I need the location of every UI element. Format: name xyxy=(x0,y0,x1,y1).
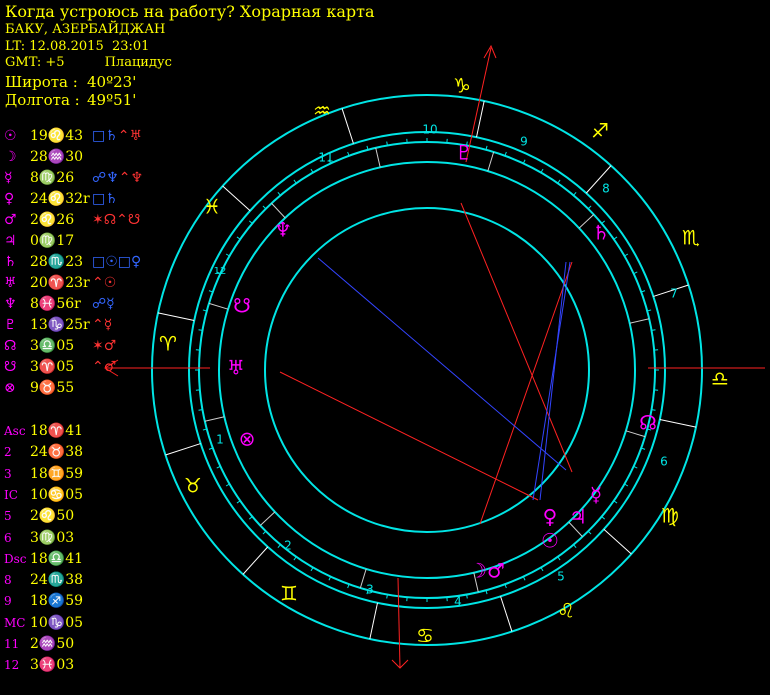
house-cusp-tick xyxy=(208,302,229,310)
aspect-line xyxy=(317,257,567,471)
degree-tick xyxy=(573,544,577,549)
planet-glyph-icon: ♀ xyxy=(543,505,558,529)
house-cusp-tick xyxy=(375,147,381,168)
degree-tick xyxy=(651,329,656,331)
planet-glyph-icon: ♃ xyxy=(569,505,587,529)
aspect-line xyxy=(532,261,571,501)
zodiac-sign-icon: ♉ xyxy=(184,474,202,498)
sign-boundary-line xyxy=(222,185,251,212)
sign-boundary-line xyxy=(369,602,379,640)
degree-tick xyxy=(587,530,592,535)
zodiac-sign-icon: ♍ xyxy=(661,504,679,528)
house-cusp-tick xyxy=(204,416,225,422)
zodiac-sign-icon: ♋ xyxy=(416,624,434,648)
house-cusp-tick xyxy=(629,318,650,324)
aspect-line xyxy=(539,261,567,501)
house-outer-ring xyxy=(198,141,656,599)
house-number: 7 xyxy=(670,287,678,301)
planet-glyph-icon: ♄ xyxy=(592,221,610,245)
degree-tick xyxy=(613,236,618,240)
aspect-line xyxy=(479,261,573,525)
degree-tick xyxy=(587,205,592,210)
degree-tick xyxy=(386,141,388,146)
planet-glyph-icon: ☋ xyxy=(233,294,251,318)
zodiac-sign-icon: ♐ xyxy=(591,119,609,143)
planet-glyph-icon: ☿ xyxy=(590,483,602,507)
house-number: 8 xyxy=(602,182,610,196)
sign-boundary-line xyxy=(603,528,632,555)
zodiac-sign-icon: ♏ xyxy=(682,226,700,250)
zodiac-sign-icon: ♌ xyxy=(557,599,575,623)
zodiac-sign-icon: ♊ xyxy=(280,582,298,606)
house-number: 5 xyxy=(557,570,565,584)
degree-tick xyxy=(236,500,241,504)
degree-tick xyxy=(601,516,606,520)
house-number: 4 xyxy=(454,595,462,609)
aspect-ring xyxy=(264,207,590,533)
degree-tick xyxy=(248,516,253,520)
degree-tick xyxy=(262,530,267,535)
degree-tick xyxy=(293,556,297,561)
house-number: 6 xyxy=(660,455,668,469)
degree-tick xyxy=(386,594,388,599)
degree-tick xyxy=(293,179,297,184)
planet-glyph-icon: ☉ xyxy=(541,529,559,553)
zodiac-inner-ring xyxy=(188,131,666,609)
sign-boundary-line xyxy=(500,596,513,632)
chart-wheel: ♈♉♊♋♌♍♎♏♐♑♒♓ 123456789101112 ♇♄♆☋♅⊗☊☿♀ ♃☉… xyxy=(104,44,765,669)
aspect-line xyxy=(460,202,573,473)
aspect-lines xyxy=(104,44,765,669)
degree-tick xyxy=(277,191,281,196)
degree-tick xyxy=(573,191,577,196)
degree-tick xyxy=(613,500,618,504)
planet-glyph-icon: ⊗ xyxy=(239,427,256,451)
aspect-line xyxy=(279,371,539,501)
degree-tick xyxy=(466,594,468,599)
ic-axis-line xyxy=(397,577,401,669)
sign-boundary-line xyxy=(165,443,201,456)
degree-tick xyxy=(248,220,253,224)
degree-tick xyxy=(557,556,561,561)
zodiac-sign-icon: ♎ xyxy=(711,367,729,391)
house-cusp-tick xyxy=(259,511,276,526)
house-cusp-tick xyxy=(487,151,495,172)
degree-tick xyxy=(262,205,267,210)
planet-glyph-icon: ♅ xyxy=(227,356,245,380)
house-numbers: 123456789101112 xyxy=(214,123,678,609)
planet-glyph-icon: ☽♂ xyxy=(469,559,505,583)
house-number: 11 xyxy=(318,151,333,165)
planet-glyph-icon: ♇ xyxy=(455,141,473,165)
planet-glyphs: ♇ ♄ ♆ ☋ ♅ ⊗ ☊ ☿ ♀ ♃ ☉ ☽♂ xyxy=(227,141,657,583)
zodiac-sign-icon: ♈ xyxy=(159,332,177,356)
degree-tick xyxy=(198,329,203,331)
house-number: 2 xyxy=(284,539,292,553)
degree-tick xyxy=(236,236,241,240)
sign-boundary-line xyxy=(659,418,697,428)
house-number: 10 xyxy=(422,123,437,137)
sign-boundary-line xyxy=(341,108,354,144)
planet-glyph-icon: ☊ xyxy=(639,411,657,435)
house-number: 9 xyxy=(520,135,528,149)
zodiac-sign-icon: ♒ xyxy=(313,99,331,123)
sign-boundary-line xyxy=(242,546,269,575)
sign-boundary-line xyxy=(475,100,485,138)
planet-glyph-icon: ♆ xyxy=(274,218,292,242)
degree-tick xyxy=(198,409,203,411)
house-number: 3 xyxy=(366,583,374,597)
degree-tick xyxy=(557,179,561,184)
sign-boundary-line xyxy=(157,312,195,322)
zodiac-sign-icon: ♓ xyxy=(203,195,221,219)
zodiac-sign-icon: ♑ xyxy=(453,74,471,98)
house-cusp-tick xyxy=(271,202,286,219)
house-number: 1 xyxy=(216,433,224,447)
horary-chart-window: Когда устроюсь на работу? Хорарная карта… xyxy=(0,0,770,695)
house-number: 12 xyxy=(214,266,227,277)
degree-tick xyxy=(277,544,281,549)
